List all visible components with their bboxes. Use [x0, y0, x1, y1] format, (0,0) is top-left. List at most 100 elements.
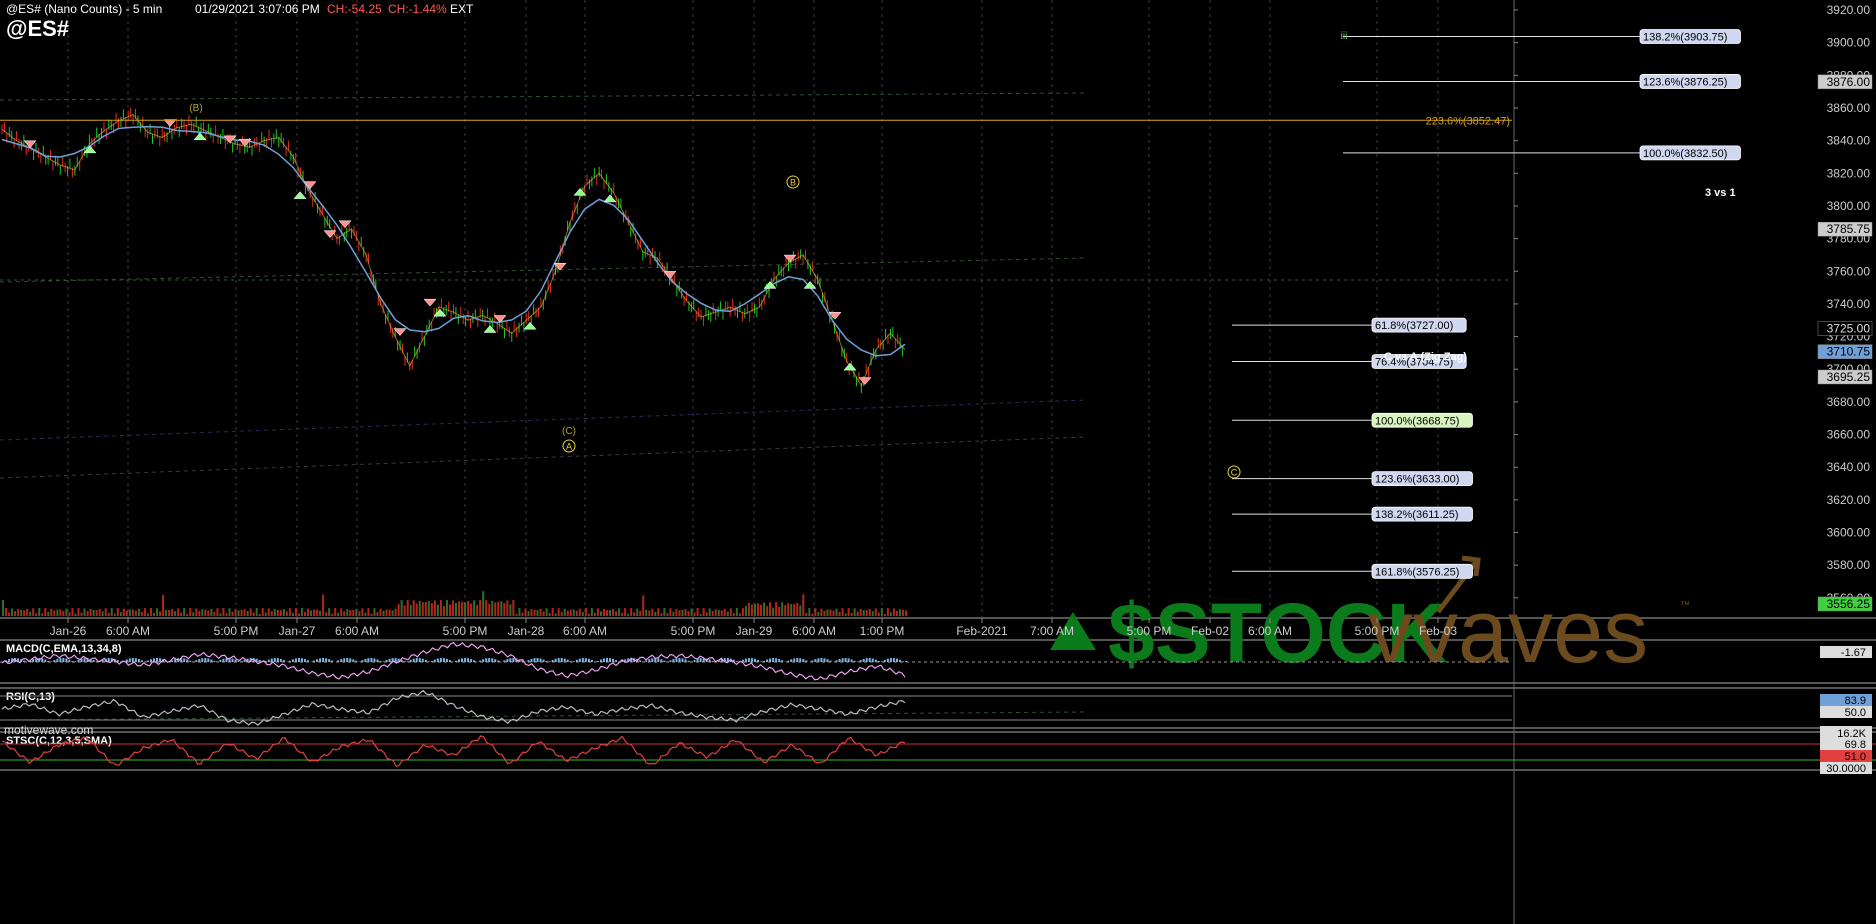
x-tick-label: 5:00 PM — [1127, 624, 1172, 638]
volume-bar — [352, 610, 355, 616]
volume-bar — [491, 600, 494, 616]
stockwaves-logo: $STOCKvvaves ™ — [1050, 555, 1690, 682]
macd-histogram-bar — [829, 660, 832, 662]
volume-bar — [128, 609, 131, 616]
macd-histogram-bar — [859, 660, 862, 662]
volume-bar — [476, 605, 479, 616]
volume-bar — [778, 606, 781, 616]
macd-histogram-bar — [811, 660, 814, 662]
macd-histogram-bar — [569, 661, 572, 662]
volume-bar — [735, 608, 738, 616]
x-tick-label: 6:00 AM — [106, 624, 150, 638]
volume-bar — [340, 608, 343, 616]
macd-histogram-bar — [609, 658, 612, 662]
macd-histogram-bar — [545, 660, 548, 662]
volume-bar — [892, 608, 895, 616]
volume-bar — [47, 611, 50, 616]
macd-histogram-bar — [382, 661, 385, 662]
volume-bar — [467, 600, 470, 616]
macd-histogram-bar — [319, 658, 322, 662]
macd-histogram-bar — [340, 659, 343, 662]
volume-bar — [41, 613, 44, 616]
macd-histogram-bar — [901, 661, 904, 662]
volume-bar — [488, 603, 491, 616]
volume-bar — [231, 611, 234, 616]
macd-histogram-bar — [672, 659, 675, 662]
volume-bar — [539, 608, 542, 616]
volume-bar — [889, 612, 892, 616]
volume-bar — [316, 609, 319, 616]
x-tick-label: 7:00 AM — [1030, 624, 1074, 638]
macd-histogram-bar — [195, 660, 198, 662]
macd-histogram-bar — [787, 660, 790, 662]
indicator-title: RSI(C,13) — [6, 691, 55, 703]
volume-bar — [424, 601, 427, 616]
indicator-line — [1, 735, 906, 768]
macd-histogram-bar — [352, 659, 355, 662]
volume-bar — [116, 608, 119, 616]
macd-histogram-bar — [207, 658, 210, 662]
volume-bar — [92, 609, 95, 616]
macd-histogram-bar — [355, 660, 358, 662]
trend-line — [0, 399, 1086, 441]
macd-histogram-bar — [766, 659, 769, 662]
volume-bar — [288, 608, 291, 616]
macd-histogram-bar — [470, 659, 473, 662]
volume-bar — [760, 604, 763, 616]
macd-histogram-bar — [231, 658, 234, 662]
macd-histogram-bar — [512, 658, 515, 662]
macd-histogram-bar — [385, 659, 388, 662]
volume-bar — [696, 608, 699, 616]
volume-bar — [56, 609, 59, 616]
volume-bar — [666, 613, 669, 616]
volume-bar — [820, 608, 823, 616]
macd-histogram-bar — [542, 659, 545, 662]
volume-bar — [119, 612, 122, 616]
volume-bar — [59, 609, 62, 616]
macd-histogram-bar — [648, 659, 651, 662]
volume-bar — [162, 594, 165, 616]
macd-histogram-bar — [799, 658, 802, 662]
macd-histogram-bar — [823, 658, 826, 662]
volume-bar — [618, 608, 621, 616]
volume-bar — [630, 608, 633, 616]
macd-histogram-bar — [346, 658, 349, 662]
volume-bar — [485, 600, 488, 616]
volume-bar — [180, 612, 183, 616]
volume-bar — [606, 610, 608, 616]
volume-bar — [237, 610, 240, 616]
macd-histogram-bar — [331, 660, 334, 662]
macd-histogram-bar — [361, 660, 364, 662]
volume-bar — [95, 610, 98, 616]
volume-bar — [596, 608, 599, 616]
price-series — [1, 107, 906, 394]
wave-label: A — [566, 442, 572, 452]
volume-bar — [551, 608, 554, 616]
volume-bar — [566, 610, 569, 616]
macd-histogram-bar — [572, 661, 575, 662]
volume-bar — [738, 613, 741, 616]
macd-histogram-bar — [473, 660, 476, 662]
volume-bar — [627, 613, 630, 616]
macd-histogram-bar — [820, 658, 823, 662]
macd-histogram-bar — [291, 659, 294, 662]
macd-histogram-bar — [835, 660, 838, 662]
macd-histogram-bar — [675, 658, 678, 662]
macd-histogram-bar — [844, 658, 847, 662]
volume-bar — [222, 608, 225, 616]
volume-bar — [258, 613, 261, 616]
volume-bar — [228, 608, 231, 616]
x-tick-label: 6:00 AM — [1248, 624, 1292, 638]
volume-bar — [720, 610, 723, 616]
x-tick-label: 6:00 AM — [792, 624, 836, 638]
x-tick-label: Jan-29 — [736, 624, 773, 638]
macd-histogram-bar — [424, 659, 427, 662]
volume-bar — [186, 613, 189, 616]
volume-bar — [310, 610, 313, 616]
price-axis[interactable]: 3920.003900.003880.003860.003840.003820.… — [1514, 3, 1870, 605]
volume-bar — [307, 608, 310, 616]
macd-histogram-bar — [343, 658, 346, 662]
volume-bar — [464, 602, 467, 616]
macd-histogram-bar — [488, 658, 491, 662]
macd-histogram-bar — [258, 659, 261, 662]
